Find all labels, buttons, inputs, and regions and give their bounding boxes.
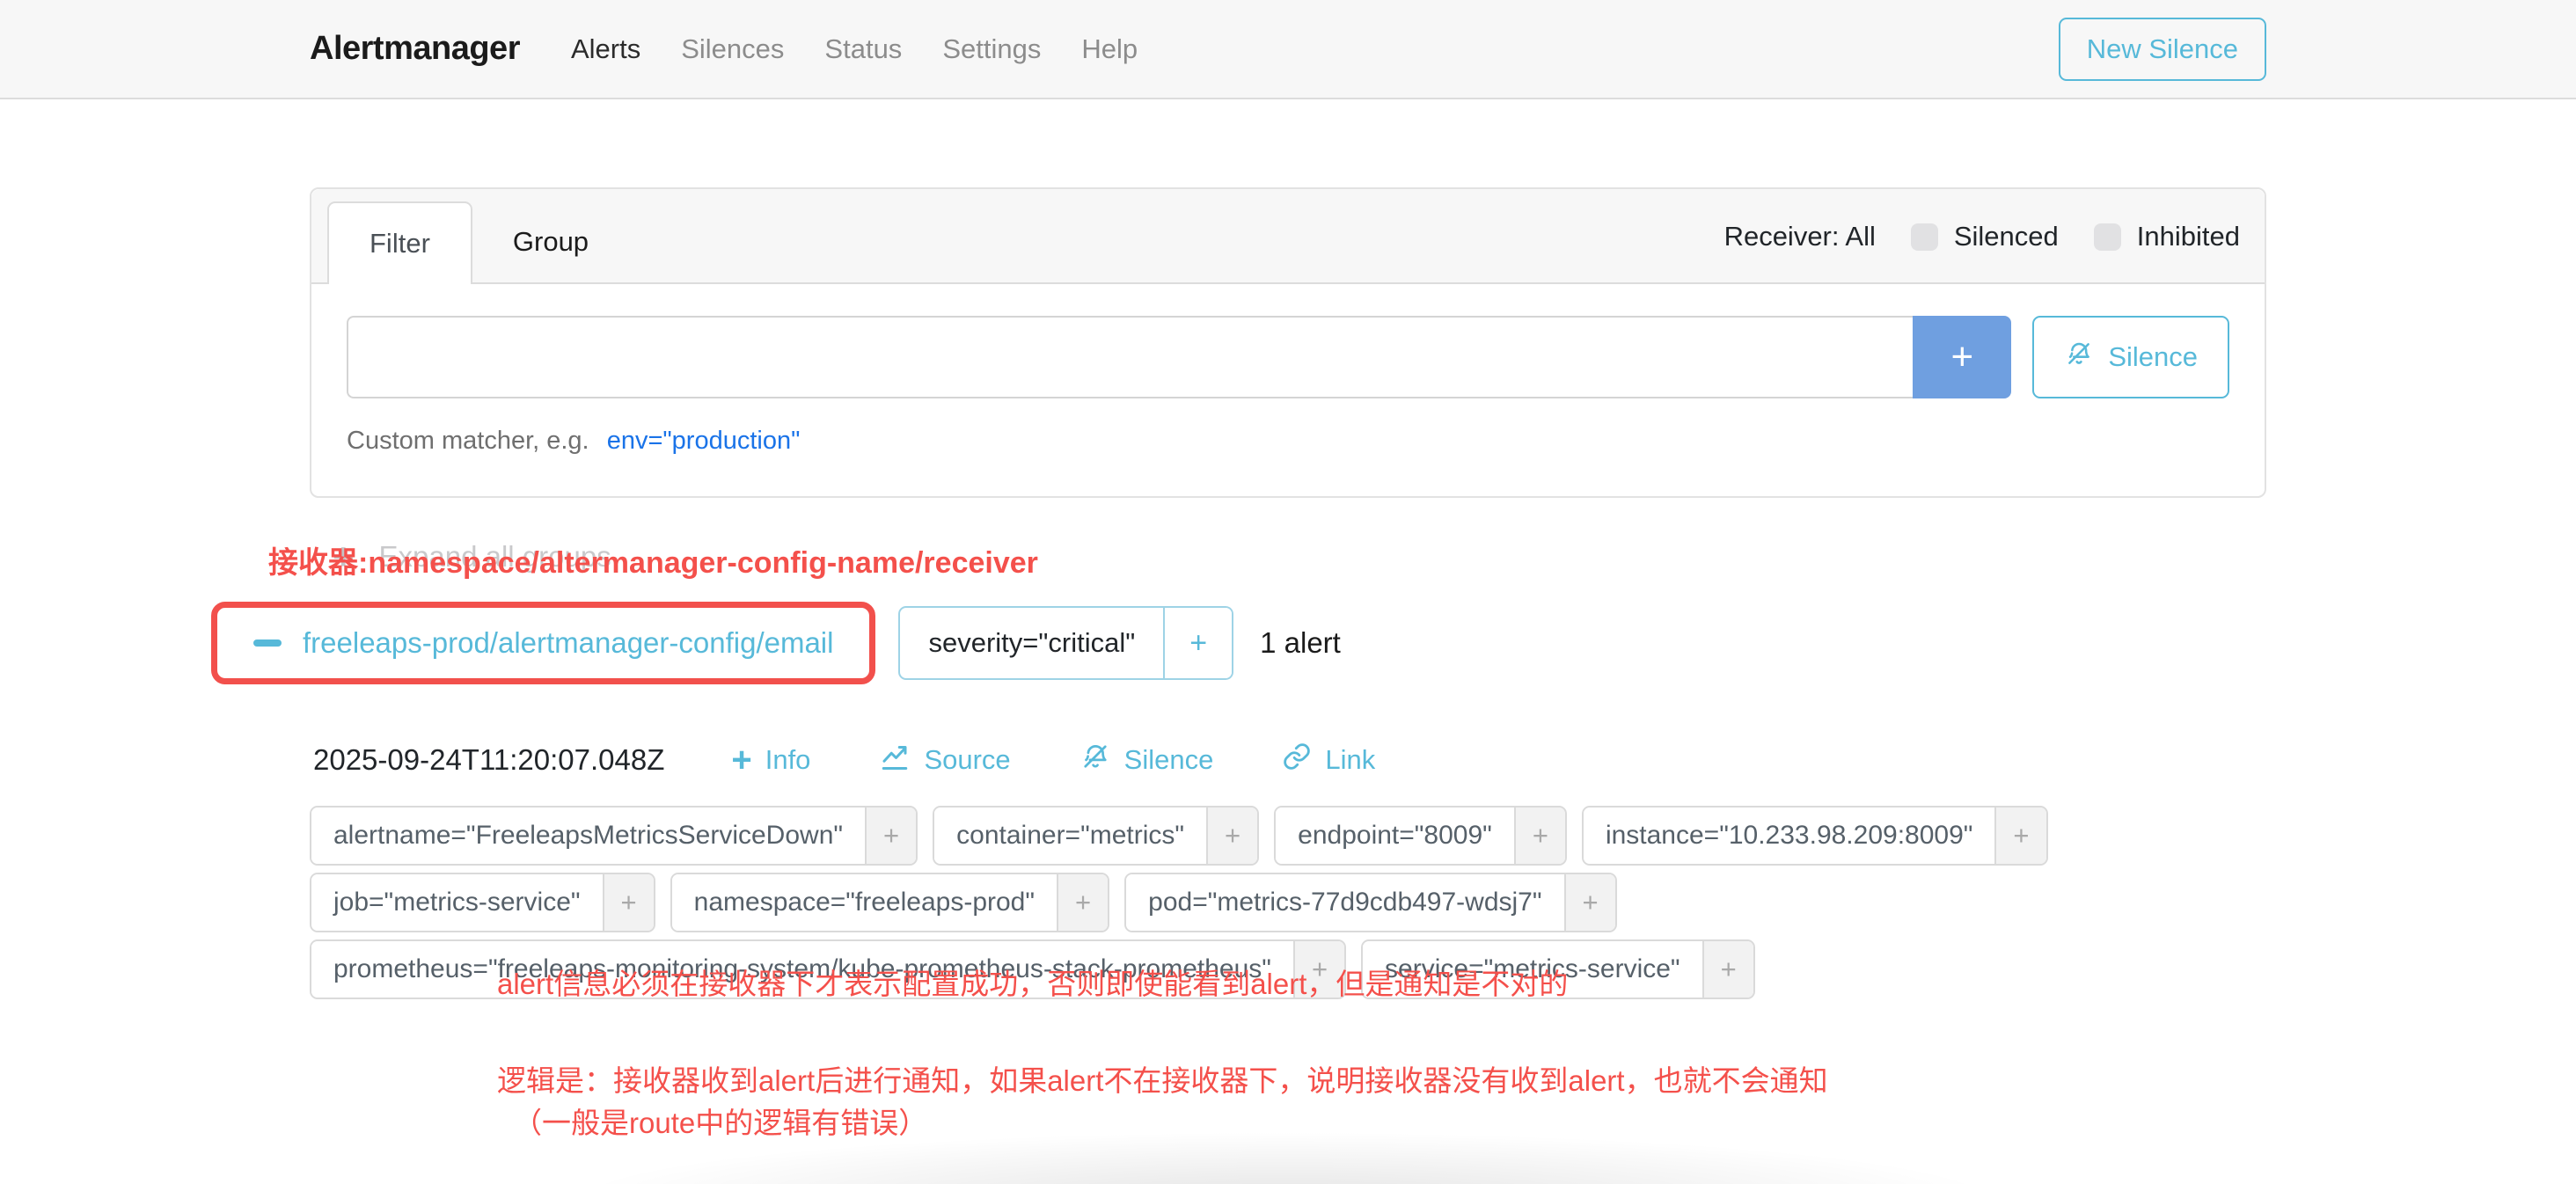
- matcher-input[interactable]: [347, 316, 1913, 398]
- alert-action-link[interactable]: Link: [1282, 742, 1375, 778]
- label-tag-add-button[interactable]: +: [1514, 808, 1565, 864]
- annotation-note-1: alert信息必须在接收器下才表示配置成功，否则即使能看到alert，但是通知是…: [497, 961, 1568, 1003]
- label-tag-add-button[interactable]: +: [1994, 808, 2045, 864]
- label-row: alertname="FreeleapsMetricsServiceDown"+…: [310, 806, 2266, 866]
- top-navbar: Alertmanager Alerts Silences Status Setting…: [0, 0, 2576, 99]
- nav-list: Alerts Silences Status Settings Help: [571, 33, 1138, 65]
- add-matcher-button[interactable]: +: [1913, 316, 2011, 398]
- nav-item-help[interactable]: Help: [1081, 33, 1138, 65]
- inhibited-label: Inhibited: [2137, 221, 2240, 252]
- hint-example-link[interactable]: env="production": [607, 427, 801, 455]
- label-tag-add-button[interactable]: +: [1206, 808, 1257, 864]
- label-tag: alertname="FreeleapsMetricsServiceDown"+: [310, 806, 918, 866]
- inhibited-checkbox[interactable]: [2094, 223, 2121, 251]
- annotation-receiver-note: 接收器:namespace/altermanager-config-name/r…: [268, 538, 1038, 581]
- nav-item-silences[interactable]: Silences: [681, 33, 784, 65]
- silenced-checkbox-group[interactable]: Silenced: [1911, 221, 2059, 252]
- label-tag-text: endpoint="8009": [1276, 808, 1514, 864]
- tab-filter[interactable]: Filter: [327, 201, 472, 284]
- label-row: job="metrics-service"+namespace="freelea…: [310, 873, 2266, 932]
- tab-group[interactable]: Group: [472, 201, 629, 282]
- label-tag-text: container="metrics": [934, 808, 1206, 864]
- app-title: Alertmanager: [310, 30, 520, 68]
- plus-icon: +: [731, 742, 751, 778]
- label-tag: job="metrics-service"+: [310, 873, 655, 932]
- annotation-highlight-box: freeleaps-prod/alertmanager-config/email: [211, 602, 875, 684]
- group-label-text: severity="critical": [900, 608, 1163, 678]
- label-tag-text: job="metrics-service": [311, 874, 603, 931]
- link-icon: [1282, 742, 1312, 778]
- group-receiver-label: freeleaps-prod/alertmanager-config/email: [303, 626, 833, 660]
- alert-action-info[interactable]: + Info: [731, 742, 810, 778]
- alert-timestamp: 2025-09-24T11:20:07.048Z: [313, 743, 664, 777]
- label-tag-text: pod="metrics-77d9cdb497-wdsj7": [1126, 874, 1563, 931]
- minus-icon: [253, 640, 282, 647]
- nav-item-settings[interactable]: Settings: [942, 33, 1041, 65]
- alert-count: 1 alert: [1260, 626, 1341, 660]
- label-tag-add-button[interactable]: +: [1702, 941, 1753, 998]
- label-tag-add-button[interactable]: +: [1564, 874, 1615, 931]
- nav-item-status[interactable]: Status: [824, 33, 902, 65]
- bell-slash-icon: [1079, 741, 1111, 779]
- alert-action-label: Info: [765, 744, 811, 776]
- label-tag: instance="10.233.98.209:8009"+: [1582, 806, 2048, 866]
- annotation-note-3: （一般是route中的逻辑有错误）: [513, 1100, 927, 1142]
- alerts-main: + Expand all groups freeleaps-prod/alert…: [310, 538, 2266, 999]
- silenced-checkbox[interactable]: [1911, 223, 1938, 251]
- silenced-label: Silenced: [1954, 221, 2059, 252]
- label-tag-add-button[interactable]: +: [603, 874, 654, 931]
- label-tag-text: namespace="freeleaps-prod": [672, 874, 1057, 931]
- group-label-chip: severity="critical" +: [898, 606, 1233, 680]
- filter-card: Filter Group Receiver: All Silenced Inhi…: [310, 187, 2266, 498]
- label-tag-text: instance="10.233.98.209:8009": [1584, 808, 1994, 864]
- alert-row: 2025-09-24T11:20:07.048Z + Info Source Sile…: [310, 741, 2266, 779]
- label-tag: container="metrics"+: [933, 806, 1259, 866]
- alert-action-source[interactable]: Source: [879, 741, 1010, 779]
- chart-icon: [879, 741, 911, 779]
- label-tag-add-button[interactable]: +: [1057, 874, 1108, 931]
- add-group-filter-button[interactable]: +: [1163, 608, 1232, 678]
- silence-button[interactable]: Silence: [2032, 316, 2229, 398]
- alert-action-label: Link: [1325, 744, 1375, 776]
- label-tag: namespace="freeleaps-prod"+: [670, 873, 1109, 932]
- label-tag-add-button[interactable]: +: [865, 808, 916, 864]
- page: Alertmanager Alerts Silences Status Setting…: [0, 0, 2576, 1184]
- header-controls: Receiver: All Silenced Inhibited: [1724, 221, 2240, 263]
- label-tag: endpoint="8009"+: [1274, 806, 1567, 866]
- label-tag-text: alertname="FreeleapsMetricsServiceDown": [311, 808, 865, 864]
- hint-text: Custom matcher, e.g.: [347, 427, 589, 455]
- annotation-note-2: 逻辑是：接收器收到alert后进行通知，如果alert不在接收器下，说明接收器没…: [497, 1057, 1828, 1100]
- alert-actions: + Info Source Silence Link: [731, 741, 1375, 779]
- alert-action-label: Source: [924, 744, 1010, 776]
- alert-action-silence[interactable]: Silence: [1079, 741, 1214, 779]
- filter-card-body: + Silence Custom matcher, e.g. env="prod…: [311, 284, 2265, 496]
- label-tag: pod="metrics-77d9cdb497-wdsj7"+: [1124, 873, 1617, 932]
- bell-slash-icon: [2064, 339, 2094, 376]
- filter-card-header: Filter Group Receiver: All Silenced Inhi…: [311, 189, 2265, 284]
- matcher-hint: Custom matcher, e.g. env="production": [347, 427, 2229, 456]
- matcher-input-row: + Silence: [347, 316, 2229, 398]
- alert-group-row: freeleaps-prod/alertmanager-config/email…: [211, 602, 2266, 684]
- alert-action-label: Silence: [1124, 744, 1214, 776]
- silence-button-label: Silence: [2108, 341, 2198, 373]
- receiver-filter[interactable]: Receiver: All: [1724, 221, 1876, 252]
- new-silence-button[interactable]: New Silence: [2059, 18, 2266, 81]
- nav-item-alerts[interactable]: Alerts: [571, 33, 640, 65]
- inhibited-checkbox-group[interactable]: Inhibited: [2094, 221, 2240, 252]
- collapse-group-button[interactable]: freeleaps-prod/alertmanager-config/email: [222, 612, 865, 674]
